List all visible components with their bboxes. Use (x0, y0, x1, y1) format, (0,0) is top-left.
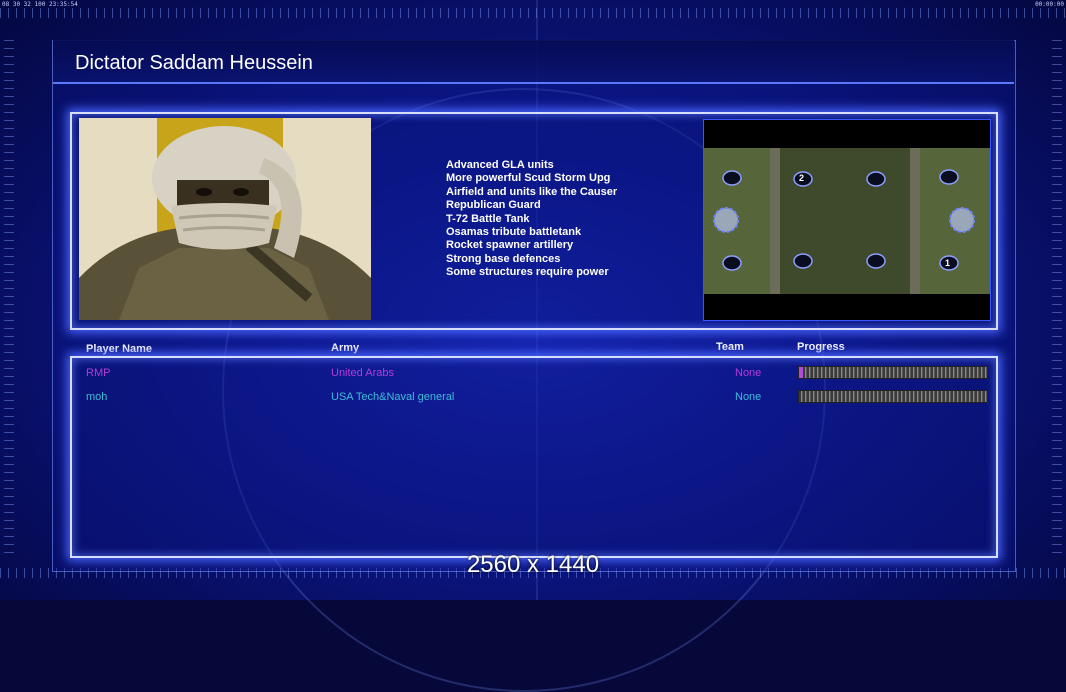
player-progress-bar (798, 366, 988, 379)
resolution-watermark: 2560 x 1440 (466, 551, 600, 578)
feature-item: Rocket spawner artillery (446, 239, 574, 252)
feature-item: More powerful Scud Storm Upg (446, 172, 611, 185)
feature-item: Advanced GLA units (446, 159, 554, 171)
ruler-right (1052, 40, 1062, 560)
feature-item: Osamas tribute battletank (446, 226, 582, 239)
portrait-image (79, 126, 371, 320)
player-name: RMP (86, 367, 111, 379)
map-start-label-1: 1 (945, 258, 951, 268)
general-name-title: Dictator Saddam Heussein (75, 52, 313, 74)
player-army: United Arabs (331, 367, 394, 379)
feature-item: Airfield and units like the Causer (446, 185, 618, 198)
hud-clock: 00:00:00 (1035, 1, 1064, 8)
player-progress-fill (799, 367, 803, 378)
player-team: None (735, 367, 762, 379)
player-army: USA Tech&Naval general (331, 391, 455, 403)
header-progress: Progress (797, 341, 845, 353)
map-preview: 2 1 (703, 119, 991, 321)
map-start-label-2: 2 (799, 173, 805, 183)
feature-item: Some structures require power (446, 266, 609, 279)
ruler-left (4, 40, 14, 560)
map-preview-image (704, 148, 990, 294)
hud-status-left: 08 30 32 100 23:35:54 (2, 1, 78, 8)
header-army: Army (331, 342, 360, 354)
feature-item: Republican Guard (446, 199, 541, 212)
general-feature-list: Advanced GLA units More powerful Scud St… (446, 159, 617, 280)
player-list-panel (70, 356, 998, 558)
general-portrait (79, 118, 371, 320)
feature-item: T-72 Battle Tank (446, 212, 530, 225)
player-team: None (735, 391, 762, 403)
ruler-top (0, 8, 1066, 18)
feature-item: Strong base defences (446, 252, 561, 265)
header-player-name: Player Name (86, 343, 153, 355)
player-progress-bar (798, 390, 988, 403)
player-name: moh (86, 391, 108, 403)
header-team: Team (716, 341, 744, 353)
